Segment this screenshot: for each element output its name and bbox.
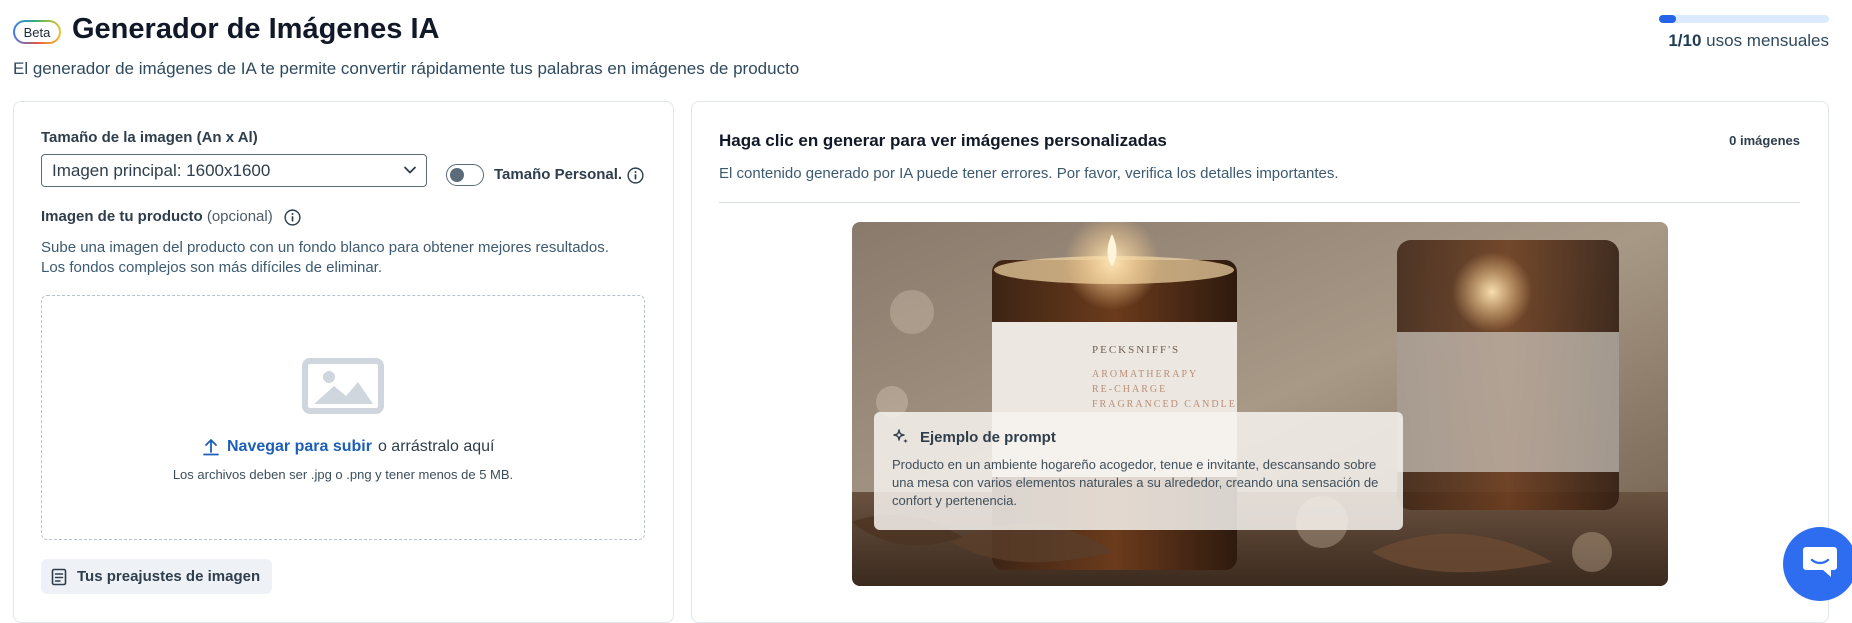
image-presets-button[interactable]: Tus preajustes de imagen bbox=[41, 559, 273, 594]
upload-dropzone[interactable] bbox=[41, 295, 645, 540]
page-subtitle: El generador de imágenes de IA te permit… bbox=[13, 59, 800, 78]
upload-icon bbox=[203, 439, 219, 456]
info-icon[interactable] bbox=[284, 209, 301, 226]
image-size-select-value: Imagen principal: 1600x1600 bbox=[52, 160, 271, 180]
page-title: Generador de Imágenes IA bbox=[72, 13, 440, 45]
photo-line-3: FRAGRANCED CANDLE bbox=[1092, 399, 1237, 410]
toggle-knob bbox=[450, 168, 464, 182]
upload-prompt: Navegar para subir o arrástralo aquí bbox=[203, 438, 494, 456]
candle-photo-illustration: PECKSNIFF'S AROMATHERAPY RE-CHARGE FRAGR… bbox=[852, 222, 1668, 586]
optional-tag: (opcional) bbox=[206, 208, 273, 225]
custom-size-toggle[interactable] bbox=[446, 164, 484, 186]
beta-badge-label: Beta bbox=[15, 22, 59, 42]
upload-help-text: Sube una imagen del producto con un fond… bbox=[41, 238, 661, 278]
ai-disclaimer: El contenido generado por IA puede tener… bbox=[719, 165, 1339, 182]
results-title: Haga clic en generar para ver imágenes p… bbox=[719, 131, 1167, 150]
image-count: 0 imágenes bbox=[1729, 133, 1800, 148]
photo-line-1: AROMATHERAPY bbox=[1092, 369, 1198, 380]
product-image-label: Imagen de tu producto (opcional) bbox=[41, 208, 273, 225]
example-prompt-text: Producto en un ambiente hogareño acogedo… bbox=[892, 457, 1379, 508]
example-prompt-title: Ejemplo de prompt bbox=[920, 428, 1056, 446]
help-text-line-1: Sube una imagen del producto con un fond… bbox=[41, 239, 609, 256]
usage-label: usos mensuales bbox=[1706, 31, 1829, 50]
chat-button[interactable] bbox=[1783, 527, 1852, 601]
usage-count: 1/10 bbox=[1668, 31, 1702, 50]
image-size-label: Tamaño de la imagen (An x Al) bbox=[41, 129, 258, 146]
custom-size-label: Tamaño Personal. bbox=[494, 166, 623, 183]
product-image-title: Imagen de tu producto bbox=[41, 208, 203, 225]
info-icon[interactable] bbox=[627, 167, 644, 184]
divider bbox=[719, 202, 1800, 203]
usage-progress-fill bbox=[1659, 15, 1676, 23]
help-text-line-2: Los fondos complejos son más difíciles d… bbox=[41, 259, 383, 276]
example-prompt-card: Ejemplo de prompt Producto en un ambient… bbox=[874, 412, 1403, 530]
usage-counter: 1/10 usos mensuales bbox=[1657, 31, 1829, 51]
image-size-select[interactable]: Imagen principal: 1600x1600 bbox=[41, 154, 427, 187]
presets-icon bbox=[51, 568, 67, 585]
example-prompt-header: Ejemplo de prompt bbox=[892, 428, 1385, 446]
sparkle-icon bbox=[893, 429, 908, 444]
drag-here-text: o arrástralo aquí bbox=[377, 438, 495, 455]
beta-badge: Beta bbox=[13, 20, 61, 44]
chat-icon bbox=[1803, 547, 1837, 577]
photo-brand-text: PECKSNIFF'S bbox=[1092, 344, 1180, 356]
image-presets-label: Tus preajustes de imagen bbox=[77, 568, 261, 585]
image-placeholder-icon bbox=[302, 358, 384, 414]
usage-progress-bar bbox=[1659, 15, 1829, 23]
browse-upload-link[interactable]: Navegar para subir bbox=[227, 438, 372, 456]
example-photo: PECKSNIFF'S AROMATHERAPY RE-CHARGE FRAGR… bbox=[852, 222, 1668, 586]
photo-line-2: RE-CHARGE bbox=[1092, 384, 1167, 395]
file-requirements-note: Los archivos deben ser .jpg o .png y ten… bbox=[172, 467, 514, 482]
chevron-down-icon bbox=[404, 166, 416, 174]
